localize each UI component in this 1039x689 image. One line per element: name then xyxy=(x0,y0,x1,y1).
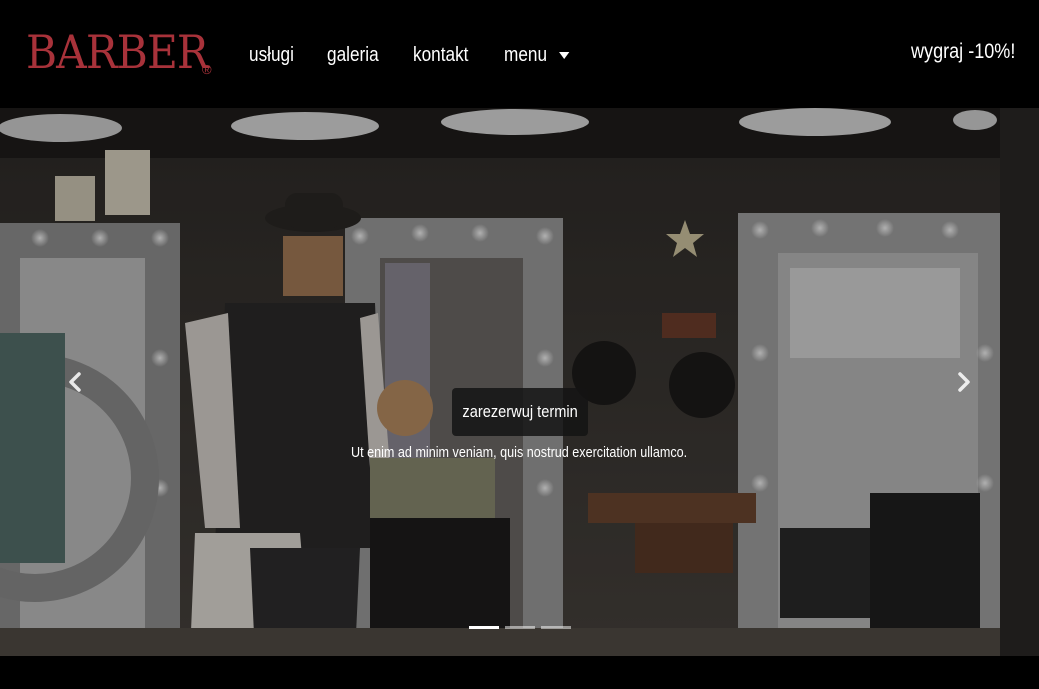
nav-link-uslugi[interactable]: usługi xyxy=(249,44,294,67)
photo-overlay xyxy=(0,108,1039,656)
navbar: BARBER ® usługi galeria kontakt menu wyg… xyxy=(0,0,1039,108)
carousel-indicator-2[interactable] xyxy=(505,626,535,629)
registered-mark: ® xyxy=(202,62,212,77)
slide-caption-text: Ut enim ad minim veniam, quis nostrud ex… xyxy=(351,444,688,461)
caret-down-icon xyxy=(558,51,570,59)
promo-link[interactable]: wygraj -10%! xyxy=(911,40,1015,64)
carousel-next-button[interactable] xyxy=(889,108,1039,656)
carousel-indicator-3[interactable] xyxy=(541,626,571,629)
carousel-prev-button[interactable] xyxy=(0,108,150,656)
nav-links: usługi galeria kontakt menu xyxy=(249,38,606,72)
brand-logo[interactable]: BARBER ® xyxy=(26,24,224,80)
nav-dropdown-menu[interactable]: menu xyxy=(503,43,570,67)
chevron-left-icon xyxy=(69,372,81,392)
carousel-indicator-1[interactable] xyxy=(469,626,499,629)
brand-name: BARBER xyxy=(26,25,209,79)
chevron-right-icon xyxy=(958,372,970,392)
hero-carousel: zarezerwuj termin Ut enim ad minim venia… xyxy=(0,108,1039,656)
carousel-indicators xyxy=(469,626,577,629)
nav-dropdown-label: menu xyxy=(503,43,547,66)
slide-caption: Ut enim ad minim veniam, quis nostrud ex… xyxy=(0,444,1039,461)
book-appointment-button[interactable]: zarezerwuj termin xyxy=(452,388,588,436)
page-bottom xyxy=(0,656,1039,689)
nav-link-galeria[interactable]: galeria xyxy=(327,44,379,67)
book-appointment-label: zarezerwuj termin xyxy=(462,402,578,421)
nav-link-kontakt[interactable]: kontakt xyxy=(413,44,468,67)
